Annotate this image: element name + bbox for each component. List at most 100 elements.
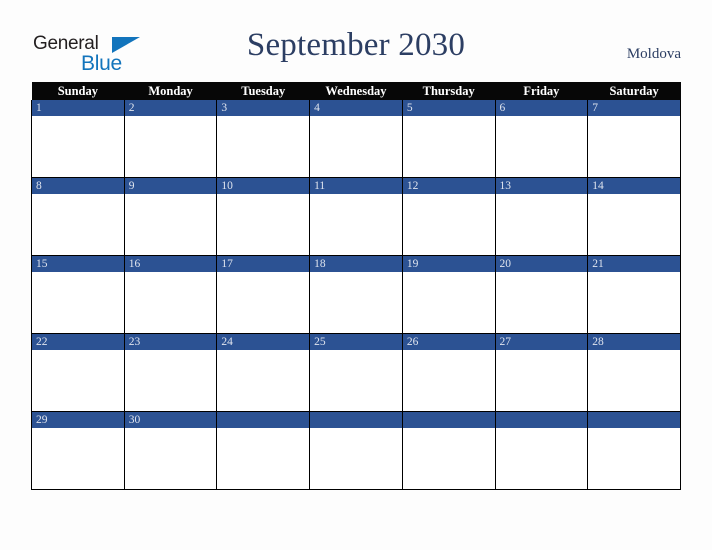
date-number: 28 (588, 334, 680, 350)
calendar-grid: Sunday Monday Tuesday Wednesday Thursday… (31, 82, 681, 490)
calendar-day-cell[interactable]: 21 (587, 255, 681, 334)
calendar-day-cell[interactable]: 4 (309, 100, 403, 178)
day-event-area[interactable] (217, 272, 310, 333)
day-event-area[interactable] (310, 116, 402, 177)
day-event-area[interactable] (32, 272, 124, 333)
weekday-header-saturday: Saturday (587, 82, 681, 100)
day-event-area[interactable] (32, 194, 124, 255)
day-event-area[interactable] (124, 116, 217, 177)
weekday-header-sunday: Sunday (31, 82, 125, 100)
calendar-week-row: 1 2 3 4 5 6 7 (31, 100, 681, 178)
calendar-day-cell-empty (587, 411, 681, 490)
calendar-day-cell[interactable]: 15 (31, 255, 125, 334)
day-event-area[interactable] (402, 194, 495, 255)
date-number (588, 412, 680, 428)
day-event-area (217, 428, 310, 489)
weekday-header-friday: Friday (495, 82, 588, 100)
calendar-week-row: 22 23 24 25 26 27 28 (31, 333, 681, 412)
calendar-day-cell[interactable]: 6 (494, 100, 589, 178)
day-event-area[interactable] (32, 428, 124, 489)
calendar-day-cell-empty (309, 411, 403, 490)
calendar-day-cell[interactable]: 11 (309, 177, 403, 256)
day-event-area[interactable] (32, 350, 124, 411)
date-number: 5 (402, 100, 495, 116)
calendar-day-cell[interactable]: 22 (31, 333, 125, 412)
date-number: 16 (124, 256, 217, 272)
date-number: 22 (32, 334, 124, 350)
weekday-header-wednesday: Wednesday (309, 82, 403, 100)
day-event-area[interactable] (310, 272, 402, 333)
calendar-day-cell[interactable]: 7 (587, 100, 681, 178)
calendar-day-cell[interactable]: 18 (309, 255, 403, 334)
day-event-area[interactable] (124, 272, 217, 333)
calendar-day-cell-empty (216, 411, 311, 490)
calendar-day-cell[interactable]: 5 (401, 100, 496, 178)
calendar-day-cell[interactable]: 24 (216, 333, 311, 412)
calendar-week-row: 15 16 17 18 19 20 21 (31, 255, 681, 334)
day-event-area[interactable] (495, 350, 588, 411)
calendar-day-cell-empty (401, 411, 496, 490)
calendar-day-cell[interactable]: 20 (494, 255, 589, 334)
date-number: 15 (32, 256, 124, 272)
calendar-day-cell[interactable]: 28 (587, 333, 681, 412)
calendar-day-cell[interactable]: 16 (123, 255, 218, 334)
calendar-day-cell[interactable]: 10 (216, 177, 311, 256)
day-event-area[interactable] (495, 116, 588, 177)
day-event-area[interactable] (402, 272, 495, 333)
date-number (495, 412, 588, 428)
day-event-area[interactable] (310, 350, 402, 411)
calendar-day-cell[interactable]: 13 (494, 177, 589, 256)
calendar-day-cell[interactable]: 29 (31, 411, 125, 490)
day-event-area[interactable] (217, 194, 310, 255)
day-event-area[interactable] (495, 272, 588, 333)
date-number: 6 (495, 100, 588, 116)
date-number (217, 412, 310, 428)
calendar-day-cell[interactable]: 30 (123, 411, 218, 490)
date-number: 17 (217, 256, 310, 272)
calendar-day-cell[interactable]: 2 (123, 100, 218, 178)
weekday-header-monday: Monday (124, 82, 217, 100)
calendar-day-cell[interactable]: 9 (123, 177, 218, 256)
calendar-day-cell[interactable]: 23 (123, 333, 218, 412)
day-event-area[interactable] (495, 194, 588, 255)
date-number: 4 (310, 100, 402, 116)
weekday-header-row: Sunday Monday Tuesday Wednesday Thursday… (31, 82, 681, 100)
calendar-day-cell[interactable]: 27 (494, 333, 589, 412)
day-event-area[interactable] (588, 116, 680, 177)
day-event-area[interactable] (310, 194, 402, 255)
date-number: 14 (588, 178, 680, 194)
day-event-area[interactable] (588, 272, 680, 333)
day-event-area[interactable] (124, 350, 217, 411)
page-title: September 2030 (246, 27, 466, 63)
calendar-day-cell[interactable]: 12 (401, 177, 496, 256)
day-event-area[interactable] (217, 116, 310, 177)
day-event-area[interactable] (32, 116, 124, 177)
calendar-day-cell-empty (494, 411, 589, 490)
weekday-header-tuesday: Tuesday (216, 82, 310, 100)
calendar-day-cell[interactable]: 14 (587, 177, 681, 256)
day-event-area[interactable] (402, 116, 495, 177)
date-number: 13 (495, 178, 588, 194)
date-number: 9 (124, 178, 217, 194)
date-number: 12 (402, 178, 495, 194)
day-event-area (495, 428, 588, 489)
calendar-day-cell[interactable]: 19 (401, 255, 496, 334)
calendar-day-cell[interactable]: 17 (216, 255, 311, 334)
day-event-area[interactable] (217, 350, 310, 411)
calendar-day-cell[interactable]: 8 (31, 177, 125, 256)
calendar-day-cell[interactable]: 3 (216, 100, 311, 178)
date-number: 30 (124, 412, 217, 428)
date-number: 29 (32, 412, 124, 428)
calendar-day-cell[interactable]: 1 (31, 100, 125, 178)
calendar-week-row: 29 30 (31, 411, 681, 490)
day-event-area[interactable] (588, 350, 680, 411)
date-number: 3 (217, 100, 310, 116)
day-event-area[interactable] (124, 428, 217, 489)
day-event-area[interactable] (402, 350, 495, 411)
calendar-day-cell[interactable]: 25 (309, 333, 403, 412)
country-label: Moldova (626, 46, 681, 62)
day-event-area (402, 428, 495, 489)
day-event-area[interactable] (124, 194, 217, 255)
day-event-area[interactable] (588, 194, 680, 255)
calendar-day-cell[interactable]: 26 (401, 333, 496, 412)
